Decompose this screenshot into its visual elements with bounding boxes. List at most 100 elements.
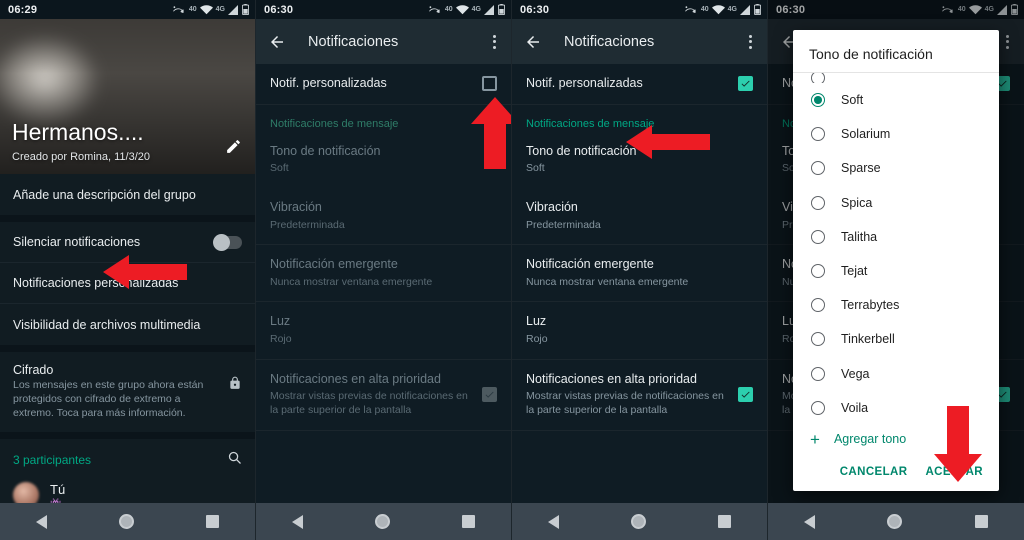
nav-recents-icon[interactable] bbox=[462, 515, 475, 528]
radio-icon[interactable] bbox=[811, 264, 825, 279]
tone-option[interactable]: Terrabytes bbox=[793, 288, 999, 322]
tone-label: Talitha bbox=[841, 229, 878, 244]
back-arrow-icon[interactable] bbox=[268, 33, 286, 51]
plus-icon: + bbox=[810, 429, 820, 449]
tone-label: Spica bbox=[841, 195, 873, 210]
custom-notifications-label: Notif. personalizadas bbox=[526, 76, 643, 90]
status-icons: 40 4G bbox=[685, 4, 761, 15]
tone-option[interactable]: Spica bbox=[793, 186, 999, 220]
android-nav-bar bbox=[768, 503, 1024, 540]
nav-home-icon[interactable] bbox=[119, 514, 134, 529]
radio-icon[interactable] bbox=[811, 229, 825, 244]
panel-group-info: 06:29 40 4G Hermanos.... Creado por Romi… bbox=[0, 0, 256, 540]
radio-icon[interactable] bbox=[811, 400, 825, 415]
radio-icon[interactable] bbox=[811, 73, 825, 83]
missed-call-icon bbox=[685, 5, 698, 15]
tone-option[interactable]: Sparse bbox=[793, 151, 999, 185]
radio-icon[interactable] bbox=[811, 127, 825, 142]
row-popup-notification[interactable]: Notificación emergente Nunca mostrar ven… bbox=[256, 245, 511, 303]
light-title: Luz bbox=[526, 314, 547, 329]
nav-back-icon[interactable] bbox=[804, 514, 816, 529]
status-clock: 06:29 bbox=[8, 3, 38, 16]
tone-option[interactable]: Tejat bbox=[793, 254, 999, 288]
row-vibration[interactable]: Vibración Predeterminada bbox=[512, 188, 767, 246]
group-cover-photo[interactable]: Hermanos.... Creado por Romina, 11/3/20 bbox=[0, 19, 255, 174]
annotation-arrow-left bbox=[626, 125, 710, 164]
page-title: Notificaciones bbox=[308, 33, 399, 50]
tone-label: Voila bbox=[841, 400, 869, 415]
app-bar: Notificaciones bbox=[512, 19, 767, 64]
missed-call-count: 40 bbox=[700, 6, 709, 13]
divider bbox=[0, 431, 255, 439]
radio-icon[interactable] bbox=[811, 161, 825, 176]
high-priority-checkbox[interactable] bbox=[738, 387, 753, 403]
annotation-arrow-down bbox=[934, 406, 982, 487]
tone-option[interactable]: Talitha bbox=[793, 220, 999, 254]
row-media-visibility[interactable]: Visibilidad de archivos multimedia bbox=[0, 304, 255, 345]
nav-recents-icon[interactable] bbox=[206, 515, 219, 528]
signal-bars-icon bbox=[740, 4, 751, 15]
tone-option[interactable]: Tinkerbell bbox=[793, 322, 999, 356]
nav-back-icon[interactable] bbox=[36, 514, 47, 529]
encryption-title: Cifrado bbox=[13, 363, 54, 377]
signal-bars-icon bbox=[484, 4, 495, 15]
media-visibility-label: Visibilidad de archivos multimedia bbox=[13, 317, 201, 332]
tone-label: Solarium bbox=[841, 127, 891, 142]
tone-option[interactable]: Soft bbox=[793, 83, 999, 117]
group-description-row[interactable]: Añade una descripción del grupo bbox=[0, 174, 255, 215]
custom-notifications-checkbox[interactable] bbox=[738, 76, 753, 92]
nav-back-icon[interactable] bbox=[548, 514, 559, 529]
overflow-menu-icon[interactable] bbox=[746, 31, 755, 53]
radio-icon[interactable] bbox=[811, 298, 825, 313]
back-arrow-icon[interactable] bbox=[524, 33, 542, 51]
nav-back-icon[interactable] bbox=[292, 514, 303, 529]
search-icon[interactable] bbox=[227, 450, 242, 470]
encryption-card[interactable]: Cifrado Los mensajes en este grupo ahora… bbox=[0, 352, 255, 432]
row-light[interactable]: Luz Rojo bbox=[256, 302, 511, 360]
annotation-arrow-left bbox=[103, 255, 187, 294]
mute-notifications-toggle[interactable] bbox=[213, 233, 242, 251]
nav-home-icon[interactable] bbox=[631, 514, 646, 529]
custom-notifications-checkbox[interactable] bbox=[482, 76, 497, 92]
row-light[interactable]: Luz Rojo bbox=[512, 302, 767, 360]
nav-recents-icon[interactable] bbox=[718, 515, 731, 528]
encryption-row[interactable]: Cifrado Los mensajes en este grupo ahora… bbox=[0, 352, 255, 432]
missed-call-count: 40 bbox=[188, 6, 197, 13]
popup-notification-title: Notificación emergente bbox=[270, 257, 398, 272]
light-value: Rojo bbox=[270, 333, 292, 346]
overflow-menu-icon[interactable] bbox=[490, 31, 499, 53]
pencil-icon[interactable] bbox=[221, 134, 245, 158]
radio-icon[interactable] bbox=[811, 366, 825, 381]
tone-option[interactable]: Solarium bbox=[793, 117, 999, 151]
participant-name: Tú bbox=[50, 481, 66, 497]
tone-list[interactable]: Soft Solarium Sparse Spica Talitha Tejat… bbox=[793, 72, 999, 459]
nav-home-icon[interactable] bbox=[887, 514, 903, 529]
cancel-button[interactable]: CANCELAR bbox=[840, 466, 908, 478]
radio-icon[interactable] bbox=[811, 195, 825, 210]
tone-label: Soft bbox=[841, 93, 864, 108]
row-popup-notification[interactable]: Notificación emergente Nunca mostrar ven… bbox=[512, 245, 767, 303]
dialog-title: Tono de notificación bbox=[809, 46, 933, 62]
group-created-by: Creado por Romina, 11/3/20 bbox=[12, 151, 150, 163]
nav-recents-icon[interactable] bbox=[974, 515, 988, 528]
row-high-priority[interactable]: Notificaciones en alta prioridad Mostrar… bbox=[512, 360, 767, 431]
tone-option-partial[interactable] bbox=[793, 73, 999, 83]
panel-tone-dialog: 06:30 40 4G Soft la Tono de notificación… bbox=[768, 0, 1024, 540]
wifi-icon bbox=[711, 4, 725, 15]
mute-notifications-label: Silenciar notificaciones bbox=[13, 235, 141, 249]
popup-notification-value: Nunca mostrar ventana emergente bbox=[270, 275, 433, 288]
row-vibration[interactable]: Vibración Predeterminada bbox=[256, 188, 511, 246]
high-priority-checkbox[interactable] bbox=[482, 387, 497, 403]
tone-option[interactable]: Vega bbox=[793, 357, 999, 391]
row-custom-notifications-toggle[interactable]: Notif. personalizadas bbox=[512, 64, 767, 105]
status-bar: 06:30 40 4G bbox=[256, 0, 511, 19]
tone-label: Sparse bbox=[841, 161, 881, 176]
radio-icon[interactable] bbox=[811, 332, 825, 347]
participants-header: 3 participantes bbox=[0, 439, 255, 477]
panel-notifications-disabled: 06:30 40 4G Notificaciones Notif. person… bbox=[256, 0, 512, 540]
nav-home-icon[interactable] bbox=[375, 514, 390, 529]
row-high-priority[interactable]: Notificaciones en alta prioridad Mostrar… bbox=[256, 360, 511, 431]
radio-icon[interactable] bbox=[811, 93, 825, 108]
light-title: Luz bbox=[270, 314, 291, 329]
status-bar: 06:30 40 4G bbox=[512, 0, 767, 19]
